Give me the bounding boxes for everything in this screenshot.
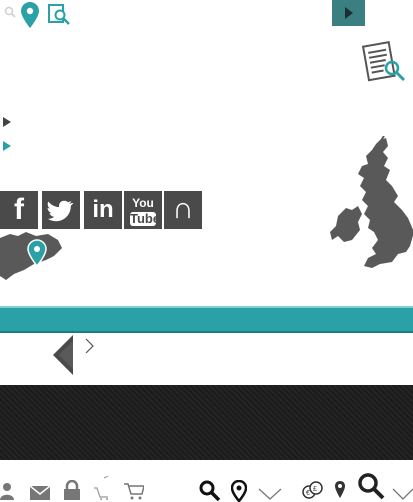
youtube-button[interactable]: You Tube [124, 191, 162, 229]
dark-content-band [0, 385, 413, 460]
list-arrow-dark-icon[interactable] [2, 117, 12, 127]
teal-banner-bar [0, 306, 413, 333]
chevron-down-icon[interactable] [258, 488, 282, 500]
map-pin-icon[interactable] [21, 2, 39, 28]
search-icon[interactable] [199, 480, 221, 502]
person-icon[interactable] [0, 482, 14, 500]
search-icon-large[interactable] [357, 472, 385, 500]
go-button[interactable] [332, 0, 365, 26]
map-pin-icon-footer[interactable] [231, 480, 247, 502]
south-england-map-icon[interactable] [0, 230, 66, 282]
chevron-down-icon-2[interactable] [392, 488, 413, 500]
uk-map-icon [328, 136, 413, 270]
linkedin-button[interactable]: in [84, 191, 122, 229]
arch-icon: ∩ [172, 192, 194, 225]
linkedin-icon: in [92, 196, 114, 223]
map-pin-icon-footer-2[interactable] [334, 480, 346, 500]
header-search-small-icon[interactable] [4, 6, 16, 18]
list-arrow-teal-icon[interactable] [2, 141, 12, 151]
play-arrow-icon [345, 7, 353, 19]
facebook-icon: f [14, 193, 24, 226]
youtube-you-label: You [132, 196, 154, 210]
currency-icon[interactable]: £ € [302, 480, 324, 500]
youtube-tube-label: Tube [130, 211, 161, 226]
previous-arrow-icon[interactable] [53, 335, 75, 375]
svg-text:£: £ [313, 486, 317, 493]
next-arrow-icon[interactable] [84, 338, 96, 354]
search-document-icon[interactable] [48, 4, 72, 26]
svg-text:€: € [306, 490, 310, 497]
twitter-button[interactable] [42, 191, 80, 229]
footer-toolbar: £ € [0, 460, 413, 502]
envelope-icon[interactable] [30, 486, 50, 500]
cart-icon[interactable] [94, 476, 110, 500]
facebook-button[interactable]: f [0, 191, 38, 229]
padlock-icon[interactable] [64, 480, 80, 500]
cart-icon-2[interactable] [124, 482, 144, 500]
other-social-button[interactable]: ∩ [164, 191, 202, 229]
twitter-bird-icon [47, 200, 74, 222]
document-search-icon[interactable] [360, 40, 408, 88]
